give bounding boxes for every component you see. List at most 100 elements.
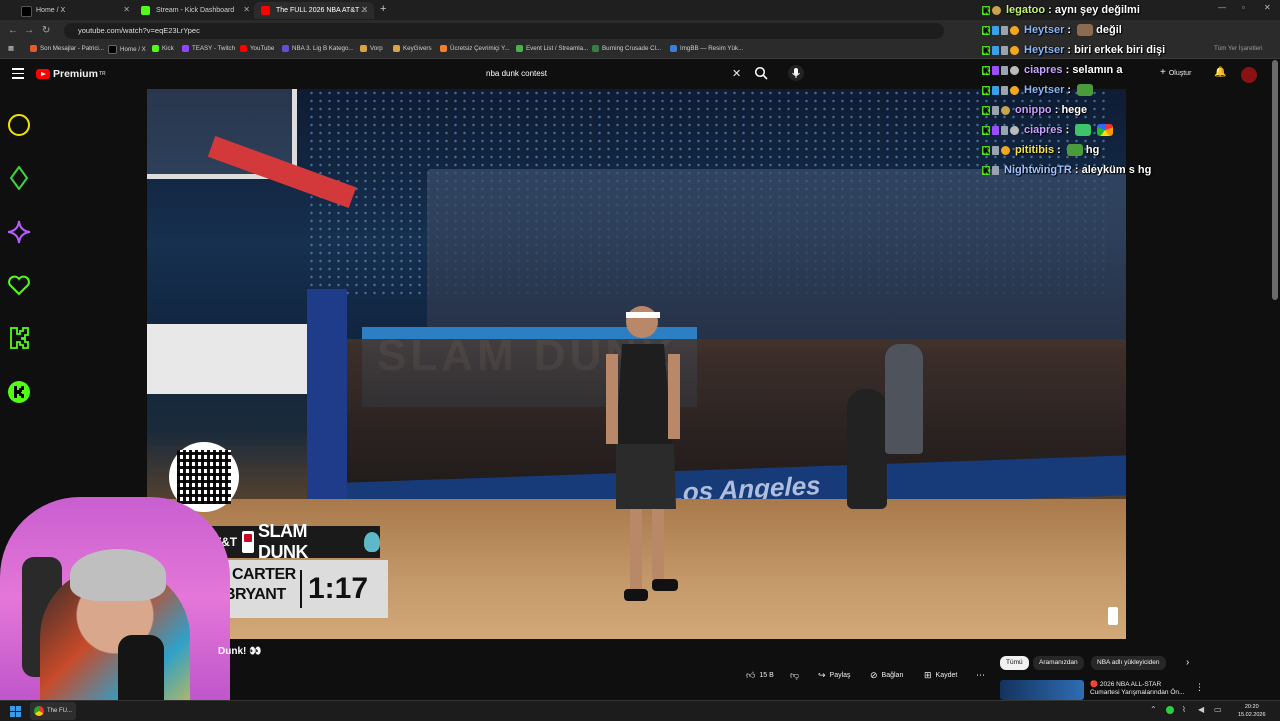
close-window-icon[interactable]: ✕ [1264, 3, 1271, 12]
official [885, 344, 923, 454]
diamond-icon [9, 166, 29, 190]
subscriber-badge-icon [1001, 85, 1008, 95]
bookmark-item[interactable]: TEASY - Twitch [182, 45, 235, 52]
menu-icon[interactable] [12, 68, 24, 82]
chat-message: K Heytser : değil [982, 24, 1122, 36]
shield-badge-icon [992, 25, 999, 35]
search-icon[interactable] [754, 66, 768, 80]
page-scrollbar[interactable] [1272, 60, 1278, 300]
bookmark-item[interactable]: Ücretsiz Çevrimiçi Y... [440, 45, 510, 52]
back-icon[interactable]: ← [8, 25, 18, 36]
all-bookmarks-link[interactable]: Tüm Yer İşaretleri [1214, 45, 1263, 52]
heart-icon [8, 275, 30, 296]
clear-search-icon[interactable]: ✕ [732, 67, 741, 80]
more-vertical-icon[interactable]: ⋮ [1195, 682, 1204, 693]
video-player[interactable]: SLAM DUNK Los Angeles AT&T SLAM DUNK CAR… [147, 89, 1126, 639]
voice-search-button[interactable] [788, 65, 804, 81]
create-button[interactable]: + Oluştur [1160, 67, 1191, 78]
bookmark-item[interactable]: Vorp [360, 45, 383, 52]
nbc-peacock-emote-icon [1097, 124, 1114, 136]
reload-icon[interactable]: ↻ [42, 25, 50, 36]
chat-message: K ciapres : selamın a [982, 64, 1123, 76]
tray-wifi-icon[interactable]: ⌇ [1182, 705, 1186, 714]
more-actions-button[interactable]: ⋯ [976, 667, 989, 683]
new-tab-button[interactable]: + [380, 3, 386, 15]
nba-watermark-icon [1108, 607, 1118, 625]
shield-badge-icon [992, 85, 999, 95]
bookmark-item[interactable]: Home / X [108, 45, 146, 54]
bookmark-item[interactable]: Kick [152, 45, 174, 52]
tray-chevron-icon[interactable]: ⌃ [1150, 705, 1157, 714]
chat-message: K onippo : hege [982, 104, 1088, 116]
gift-badge-icon [1010, 85, 1019, 95]
forward-icon[interactable]: → [24, 25, 34, 36]
tab-youtube-video[interactable]: The FULL 2026 NBA AT&T ... ✕ [254, 2, 374, 19]
bookmark-item[interactable]: NBA 3. Lig B Katego... [282, 45, 354, 52]
trophy-icon [364, 532, 380, 552]
close-tab-icon[interactable]: ✕ [123, 5, 130, 14]
dislike-button[interactable]: 👎︎ [790, 667, 803, 683]
bookmark-item[interactable]: Event List / Streamla... [516, 45, 588, 52]
tray-app-icon[interactable] [1166, 706, 1174, 714]
kick-badge-icon: K [982, 165, 990, 175]
search-input[interactable]: nba dunk contest [478, 64, 750, 84]
tray-network-icon[interactable]: ▭ [1214, 705, 1222, 714]
share-button[interactable]: ↪ Paylaş [818, 667, 851, 683]
clock: 1:17 [308, 572, 369, 605]
chat-message: K NightwingTR : aleyküm s hg [982, 164, 1152, 176]
avatar-badge-icon [1010, 65, 1019, 75]
video-title: Dunk! 👀 [218, 646, 262, 657]
gift-badge-icon [1010, 45, 1019, 55]
scorebug-body: CARTER BRYANT 1:17 [220, 560, 388, 618]
emote-icon [1077, 24, 1094, 36]
suggested-video[interactable]: 🔴 2026 NBA ALL-STAR Cumartesi Yarışmalar… [1000, 680, 1280, 700]
tab-home-x[interactable]: Home / X ✕ [14, 2, 136, 19]
player-first-name: CARTER [232, 566, 296, 583]
bookmark-item[interactable]: Burning Crusade Cl... [592, 45, 661, 52]
bookmark-item[interactable]: YouTube [240, 45, 274, 52]
chip-all[interactable]: Tümü [1000, 656, 1029, 670]
system-clock[interactable]: 20:20 15.02.2026 [1238, 703, 1266, 719]
suggested-title[interactable]: 🔴 2026 NBA ALL-STAR Cumartesi Yarışmalar… [1090, 681, 1260, 697]
bookmark-item[interactable]: KeyGivers [393, 45, 432, 52]
maximize-icon[interactable]: ▫ [1242, 3, 1245, 12]
kick-badge-icon: K [982, 5, 990, 15]
chip-from-search[interactable]: Aramanızdan [1033, 656, 1084, 670]
chip-from-uploader[interactable]: NBA adlı yükleyiciden [1091, 656, 1166, 670]
avatar[interactable] [1241, 67, 1257, 83]
save-button[interactable]: ⊞ Kaydet [924, 667, 957, 683]
minimize-icon[interactable]: — [1218, 3, 1226, 12]
windows-taskbar: The FU... ⌃ ⌇ ◀ ▭ 20:20 15.02.2026 [0, 700, 1280, 721]
close-tab-icon[interactable]: ✕ [361, 5, 368, 14]
subscriber-badge-icon [1001, 25, 1008, 35]
kick-badge-icon: K [982, 145, 990, 155]
emote-icon [1066, 144, 1083, 156]
windows-start-icon[interactable] [10, 706, 21, 717]
tray-volume-icon[interactable]: ◀ [1198, 705, 1204, 714]
close-tab-icon[interactable]: ✕ [243, 5, 250, 14]
avatar-badge-icon [992, 5, 1001, 15]
scorebug-title: SLAM DUNK [257, 521, 309, 562]
like-button[interactable]: 👍︎ 15 B [746, 667, 774, 683]
tab-label: Home / X [36, 7, 66, 14]
bookmark-item[interactable]: Son Mesajlar - Patrici... [30, 45, 104, 52]
bookmark-item[interactable]: ImgBB — Resim Yük... [670, 45, 743, 52]
star-icon [7, 220, 31, 244]
apps-grid-icon[interactable]: ▦ [8, 45, 14, 52]
youtube-play-icon [36, 69, 50, 79]
bookmark-icon: ⊞ [924, 669, 932, 680]
link-button[interactable]: ⊘ Bağlan [870, 667, 903, 683]
suggested-thumbnail[interactable] [1000, 680, 1084, 700]
gift-badge-icon [1010, 25, 1019, 35]
tab-kick-dashboard[interactable]: Stream - Kick Dashboard ✕ [134, 2, 256, 19]
youtube-premium-logo[interactable]: Premium TR [36, 68, 106, 80]
chips-next-icon[interactable]: › [1180, 656, 1195, 670]
kick-badge-icon: K [982, 65, 990, 75]
notifications-bell-icon[interactable]: 🔔 [1214, 67, 1226, 78]
url-field[interactable]: youtube.com/watch?v=eqE23LrYpec [64, 23, 944, 39]
nba-logo-icon [242, 531, 254, 553]
subscriber-badge-icon [992, 145, 999, 155]
taskbar-chrome-app[interactable]: The FU... [30, 702, 76, 720]
youtube-logo-icon [261, 6, 270, 15]
avatar-badge-icon [1001, 105, 1010, 115]
